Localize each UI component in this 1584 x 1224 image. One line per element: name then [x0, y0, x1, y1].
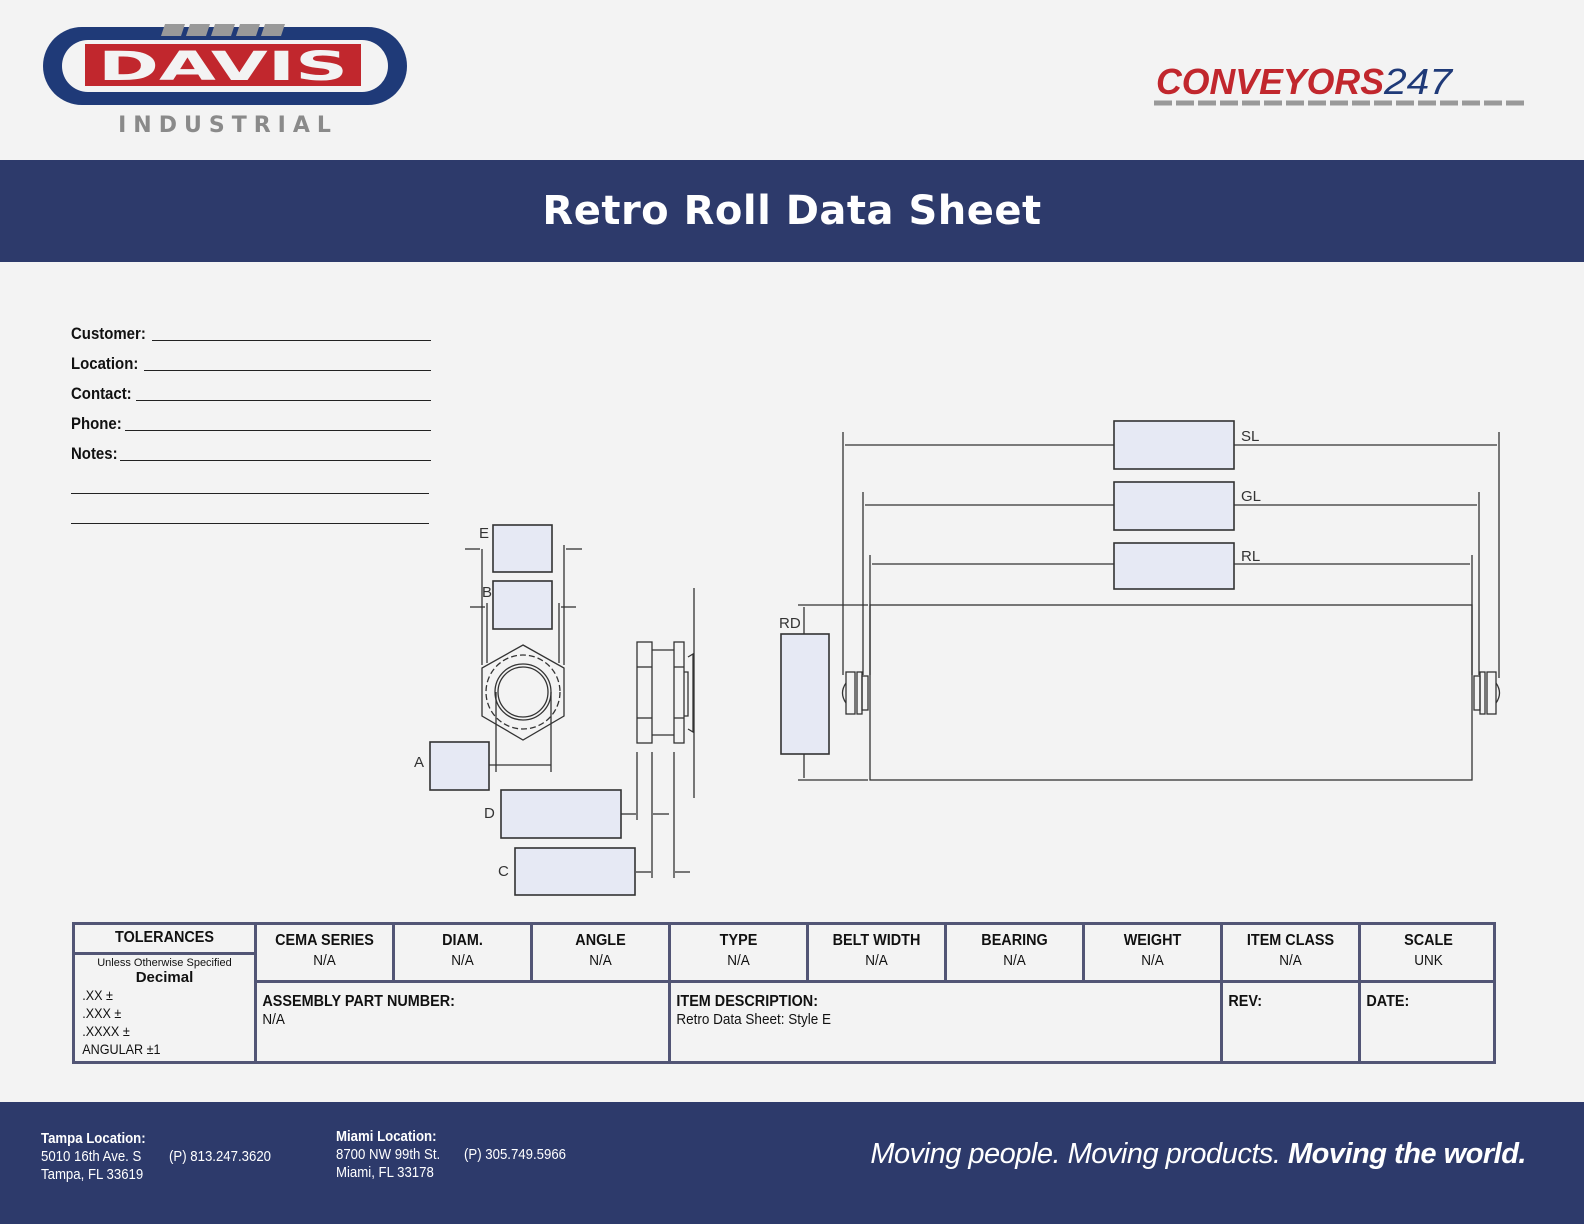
- item-description-cell: ITEM DESCRIPTION: Retro Data Sheet: Style…: [671, 983, 1223, 1064]
- rl-label: RL: [1241, 548, 1260, 565]
- date-cell: DATE:: [1366, 993, 1410, 1010]
- sl-value-box: [1113, 420, 1235, 470]
- right-bearing-end: [1473, 671, 1501, 715]
- d-label: D: [484, 805, 495, 822]
- roll-side-view: [780, 420, 1501, 781]
- weight-cell: WEIGHT N/A: [1085, 925, 1223, 983]
- item-class-cell: ITEM CLASS N/A: [1223, 925, 1361, 983]
- tolerances-body: Unless Otherwise Specified Decimal .XX ±…: [75, 955, 257, 1064]
- tampa-location: Tampa Location: 5010 16th Ave. S Tampa, FL…: [41, 1130, 146, 1183]
- rev-cell: REV:: [1223, 983, 1361, 1064]
- angle-cell: ANGLE N/A: [533, 925, 671, 983]
- cema-series-cell: CEMA SERIES N/A: [257, 925, 395, 983]
- assembly-part-number-cell: ASSEMBLY PART NUMBER: N/A: [257, 983, 671, 1064]
- footer: Tampa Location: 5010 16th Ave. S Tampa, FL…: [0, 1102, 1584, 1224]
- e-value-box: [492, 524, 553, 573]
- gl-label: GL: [1241, 488, 1261, 505]
- e-label: E: [479, 525, 489, 542]
- sl-label: SL: [1241, 428, 1259, 445]
- left-bearing-end: [841, 671, 869, 715]
- tolerances-header: TOLERANCES: [75, 925, 257, 955]
- slogan: Moving people. Moving products. Moving t…: [870, 1138, 1526, 1170]
- c-value-box: [514, 847, 636, 896]
- d-value-box: [500, 789, 622, 839]
- tampa-phone: (P) 813.247.3620: [169, 1148, 272, 1165]
- flange-side-view: [500, 588, 695, 896]
- a-value-box: [429, 741, 490, 791]
- hex-end-view: [429, 524, 582, 791]
- c-label: C: [498, 863, 509, 880]
- miami-location: Miami Location: 8700 NW 99th St. Miami, FL…: [336, 1128, 441, 1181]
- gl-value-box: [1113, 481, 1235, 531]
- diam-cell: DIAM. N/A: [395, 925, 533, 983]
- title-block-table: TOLERANCES Unless Otherwise Specified De…: [72, 922, 1496, 1064]
- miami-phone: (P) 305.749.5966: [464, 1146, 567, 1163]
- a-label: A: [414, 754, 424, 771]
- scale-cell: SCALE UNK: [1361, 925, 1496, 983]
- roll-body: [869, 604, 1473, 781]
- rl-value-box: [1113, 542, 1235, 590]
- b-label: B: [482, 584, 492, 601]
- belt-width-cell: BELT WIDTH N/A: [809, 925, 947, 983]
- bearing-cell: BEARING N/A: [947, 925, 1085, 983]
- rd-value-box: [780, 633, 830, 755]
- type-cell: TYPE N/A: [671, 925, 809, 983]
- rd-label: RD: [779, 615, 801, 632]
- b-value-box: [492, 580, 553, 630]
